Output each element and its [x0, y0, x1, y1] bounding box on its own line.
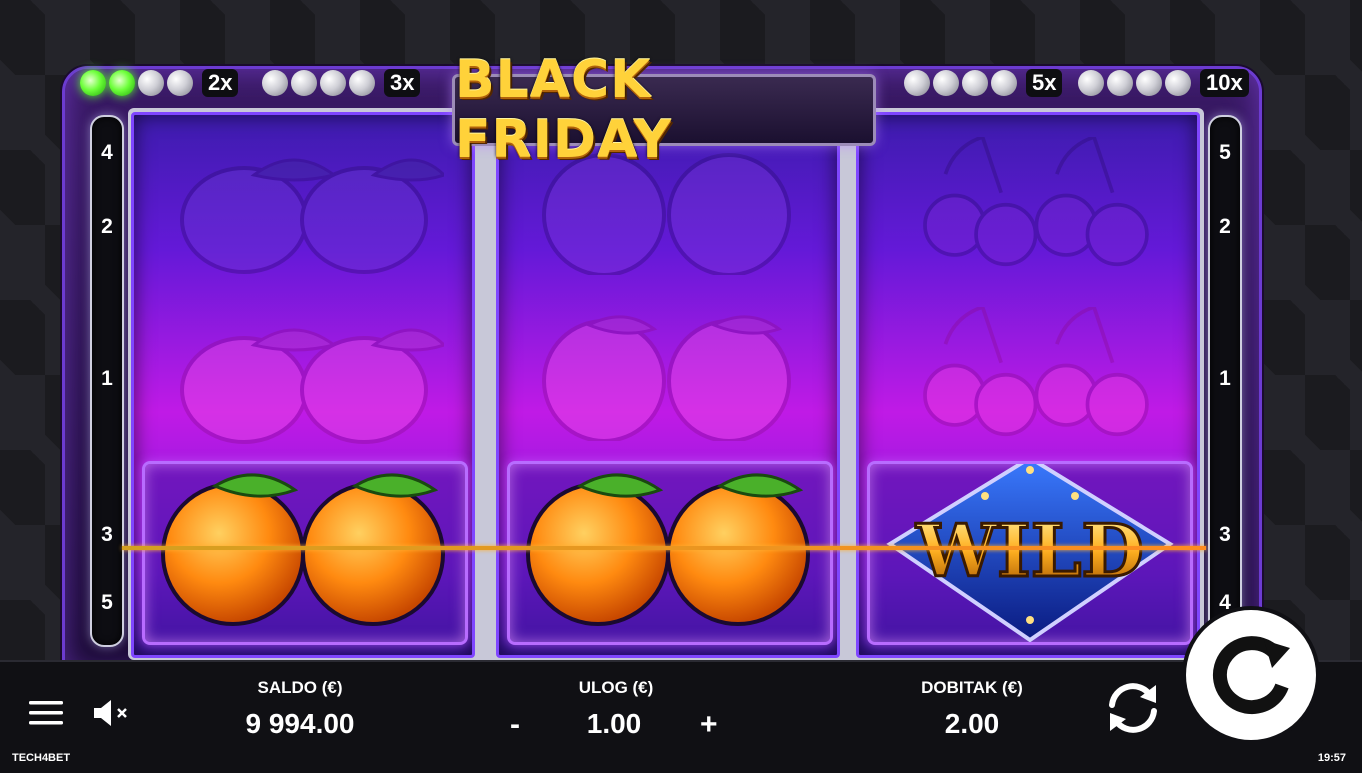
multiplier-label: 10x — [1200, 69, 1249, 97]
payline-number: 3 — [101, 523, 113, 546]
spin-button[interactable] — [1186, 610, 1316, 740]
payline-indicator-left: 4 2 1 3 5 — [90, 115, 124, 647]
cherry-symbol — [923, 307, 1149, 437]
multiplier-light — [291, 70, 317, 96]
multiplier-light — [1136, 70, 1162, 96]
multiplier-light — [349, 70, 375, 96]
payline-indicator-right: 5 2 1 3 4 — [1208, 115, 1242, 647]
game-title: BLACK FRIDAY — [455, 50, 672, 170]
reel-window: WILD — [128, 108, 1204, 660]
spin-icon — [1212, 636, 1290, 715]
payline-number: 5 — [101, 591, 113, 614]
game-logo: BLACK FRIDAY — [452, 50, 876, 170]
multiplier-3x: 3x — [262, 69, 421, 97]
cherry-symbol — [923, 137, 1149, 267]
clock: 19:57 — [1317, 752, 1346, 764]
bet-decrease-button[interactable]: - — [510, 708, 520, 742]
multiplier-5x: 5x — [904, 69, 1063, 97]
autoplay-arrows-icon — [1109, 683, 1157, 733]
payline-number: 2 — [1219, 215, 1231, 238]
payline-number: 2 — [101, 215, 113, 238]
multiplier-light — [1107, 70, 1133, 96]
wild-symbol: WILD — [886, 455, 1174, 643]
winning-symbol-frame: WILD — [867, 455, 1193, 645]
winning-payline — [122, 546, 1206, 550]
multiplier-light — [167, 70, 193, 96]
autoplay-button[interactable] — [1100, 678, 1166, 738]
lemon-symbol — [180, 158, 444, 274]
balance-label: SALDO (€) — [257, 678, 343, 697]
multiplier-light — [933, 70, 959, 96]
orange-symbol — [161, 473, 445, 626]
sound-toggle-button[interactable] — [90, 696, 132, 730]
multiplier-light — [1165, 70, 1191, 96]
multiplier-light — [991, 70, 1017, 96]
wild-label: WILD — [915, 508, 1144, 593]
multiplier-label: 2x — [202, 69, 239, 97]
reel-1 — [131, 112, 475, 658]
hamburger-menu-icon — [29, 701, 63, 725]
multiplier-light — [109, 70, 135, 96]
bet-label: ULOG (€) — [578, 678, 654, 697]
multiplier-10x: 10x — [1078, 69, 1249, 97]
multiplier-label: 3x — [384, 69, 421, 97]
bet-value: 1.00 — [586, 708, 642, 739]
win-value: 2.00 — [944, 708, 1000, 739]
multiplier-light — [138, 70, 164, 96]
balance-value: 9 994.00 — [245, 708, 355, 739]
multiplier-2x: 2x — [80, 69, 239, 97]
speaker-muted-icon — [94, 700, 127, 726]
multiplier-label: 5x — [1026, 69, 1063, 97]
winning-symbol-frame — [142, 461, 468, 645]
payline-number: 1 — [1219, 367, 1231, 390]
control-bar: SALDO (€) 9 994.00 ULOG (€) - 1.00 + DOB… — [0, 660, 1362, 773]
orange-symbol — [542, 315, 791, 441]
lemon-symbol — [180, 328, 444, 444]
multiplier-light — [904, 70, 930, 96]
payline-number: 4 — [101, 141, 113, 164]
menu-button[interactable] — [26, 696, 66, 730]
orange-symbol — [526, 473, 810, 626]
payline-number: 3 — [1219, 523, 1231, 546]
provider-logo: TECH4BET — [12, 752, 71, 764]
multiplier-light — [80, 70, 106, 96]
payline-number: 5 — [1219, 141, 1231, 164]
multiplier-light — [1078, 70, 1104, 96]
multiplier-light — [320, 70, 346, 96]
winning-symbol-frame — [507, 461, 833, 645]
win-label: DOBITAK (€) — [921, 678, 1023, 697]
reel-2 — [496, 112, 840, 658]
payline-number: 1 — [101, 367, 113, 390]
multiplier-light — [262, 70, 288, 96]
bet-increase-button[interactable]: + — [700, 708, 718, 742]
reel-3: WILD — [856, 112, 1200, 658]
multiplier-light — [962, 70, 988, 96]
